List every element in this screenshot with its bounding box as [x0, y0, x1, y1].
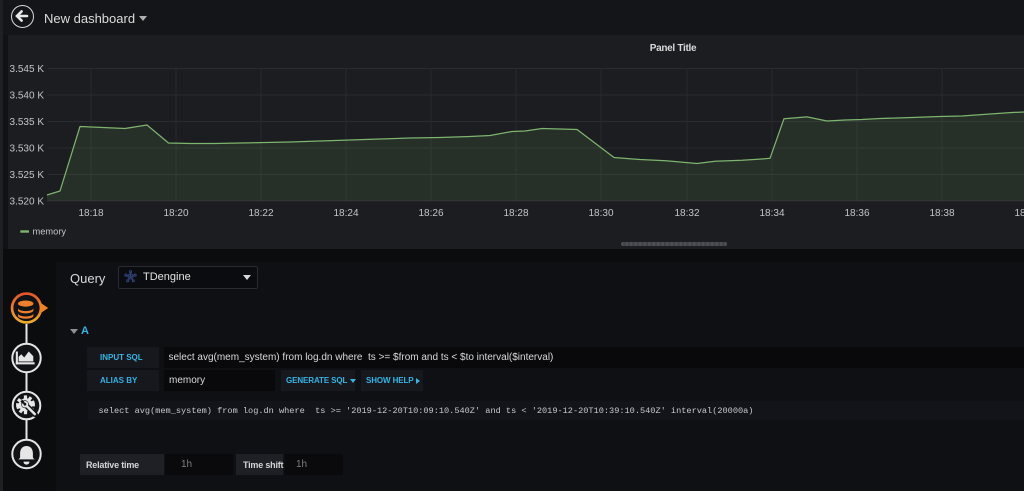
svg-text:3.525 K: 3.525 K — [10, 170, 45, 181]
svg-text:3.545 K: 3.545 K — [10, 64, 45, 75]
svg-text:3.535 K: 3.535 K — [10, 117, 45, 128]
svg-text:3.540 K: 3.540 K — [10, 91, 45, 102]
svg-text:3.520 K: 3.520 K — [10, 197, 45, 208]
svg-text:18:38: 18:38 — [929, 208, 954, 219]
svg-text:18:28: 18:28 — [503, 208, 528, 219]
svg-text:18:32: 18:32 — [674, 208, 699, 219]
svg-text:18:20: 18:20 — [163, 208, 188, 219]
svg-text:18:26: 18:26 — [418, 208, 443, 219]
svg-text:18:22: 18:22 — [248, 208, 273, 219]
svg-text:Panel Title: Panel Title — [650, 43, 697, 54]
svg-text:18:30: 18:30 — [588, 208, 613, 219]
svg-text:memory: memory — [33, 226, 67, 236]
svg-text:3.530 K: 3.530 K — [10, 144, 45, 155]
svg-text:18:40: 18:40 — [1014, 208, 1024, 219]
svg-text:18:18: 18:18 — [78, 208, 103, 219]
svg-text:18:34: 18:34 — [759, 208, 784, 219]
svg-text:18:24: 18:24 — [333, 208, 358, 219]
svg-text:18:36: 18:36 — [844, 208, 869, 219]
